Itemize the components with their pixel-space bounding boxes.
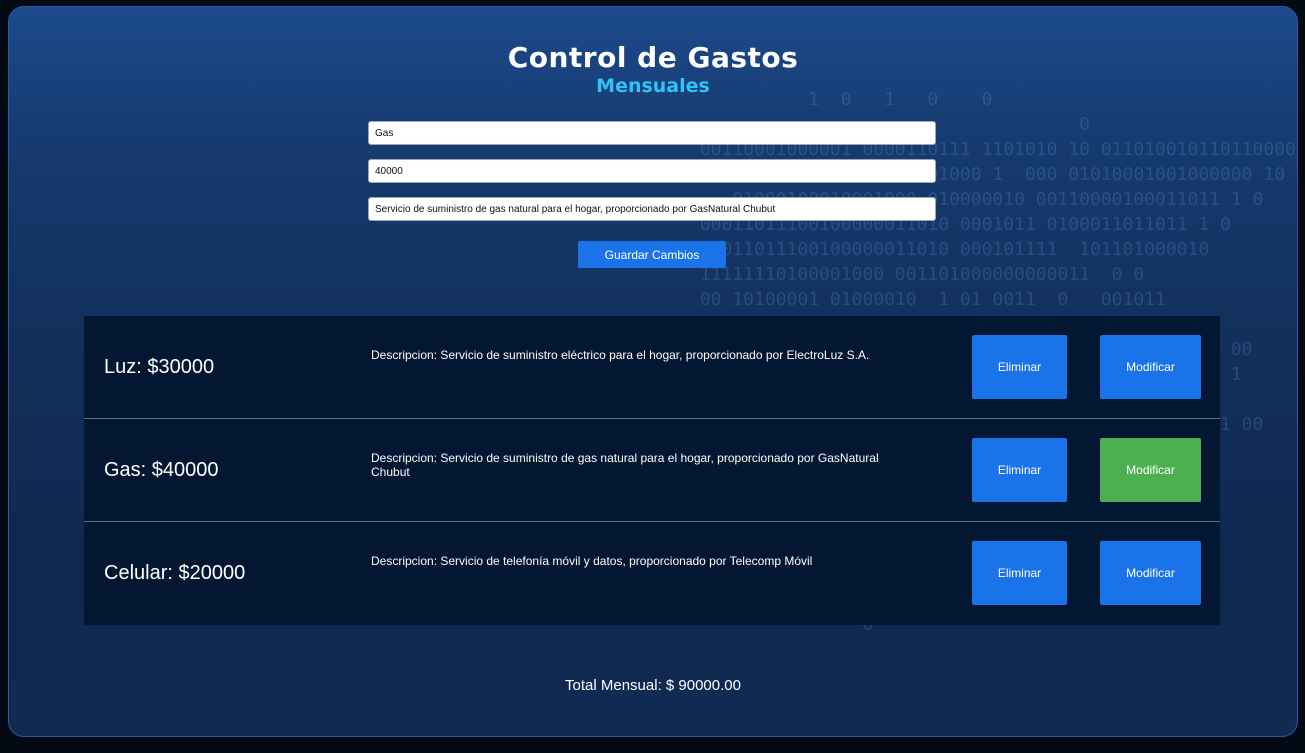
expense-description: Descripcion: Servicio de telefonía móvil… (371, 554, 813, 568)
expense-list: Luz: $30000 Descripcion: Servicio de sum… (84, 316, 1220, 625)
monthly-total: Total Mensual: $ 90000.00 (565, 677, 741, 694)
expense-description: Descripcion: Servicio de suministro eléc… (371, 348, 870, 362)
save-changes-button[interactable]: Guardar Cambios (578, 241, 726, 268)
expense-name-input[interactable] (368, 121, 936, 145)
expense-description: Descripcion: Servicio de suministro de g… (371, 451, 879, 479)
edit-button-active[interactable]: Modificar (1100, 438, 1201, 502)
app-panel: 1 0 1 0 0 0 00110001000001 0000110111 11… (8, 6, 1298, 737)
edit-button[interactable]: Modificar (1100, 335, 1201, 399)
page-subtitle: Mensuales (596, 75, 710, 97)
expense-name: Gas: $40000 (104, 458, 219, 481)
edit-button[interactable]: Modificar (1100, 541, 1201, 605)
expense-row-luz: Luz: $30000 Descripcion: Servicio de sum… (84, 316, 1220, 419)
expense-row-gas: Gas: $40000 Descripcion: Servicio de sum… (84, 419, 1220, 522)
delete-button[interactable]: Eliminar (972, 541, 1067, 605)
delete-button[interactable]: Eliminar (972, 438, 1067, 502)
expense-amount-input[interactable] (368, 159, 936, 183)
expense-description-input[interactable] (368, 197, 936, 221)
expense-name: Luz: $30000 (104, 355, 215, 378)
expense-name: Celular: $20000 (104, 562, 246, 584)
delete-button[interactable]: Eliminar (972, 335, 1067, 399)
expense-row-celular: Celular: $20000 Descripcion: Servicio de… (84, 522, 1220, 625)
page-title: Control de Gastos (507, 41, 799, 74)
